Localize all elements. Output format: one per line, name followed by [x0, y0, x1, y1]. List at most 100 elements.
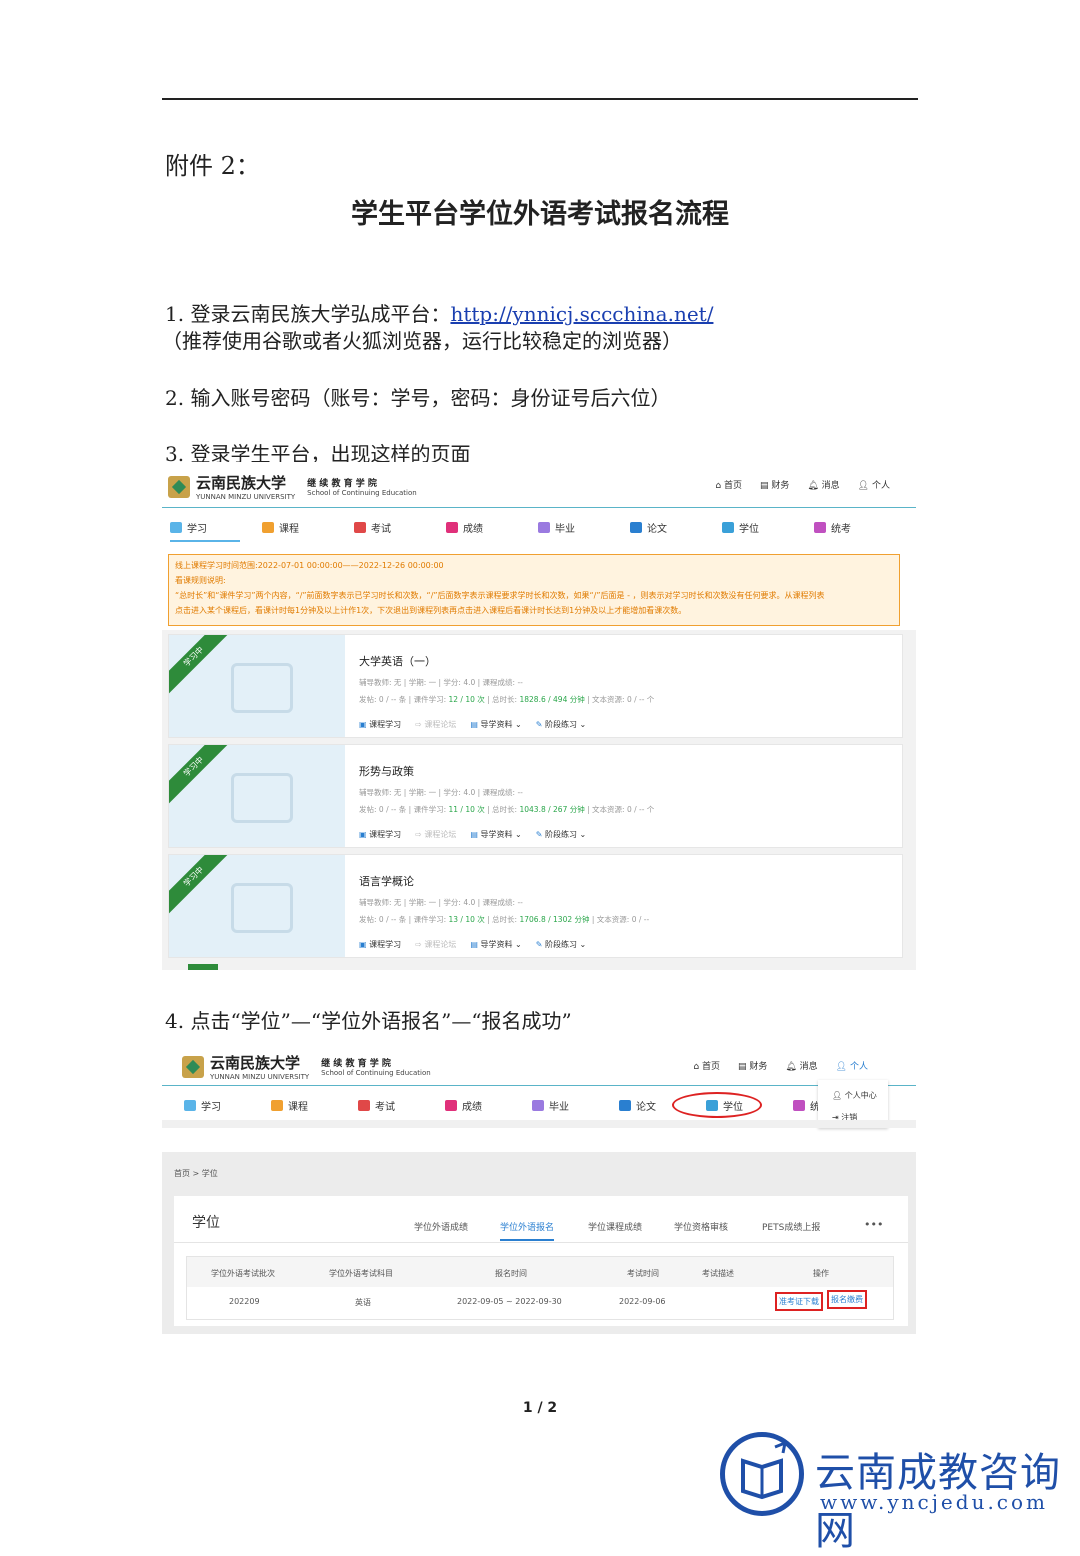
- header-divider: [162, 507, 916, 508]
- next-card-ribbon: [188, 964, 218, 970]
- tab-scores[interactable]: 成绩: [445, 1098, 532, 1113]
- more-icon[interactable]: •••: [864, 1218, 883, 1231]
- thesis-icon: [619, 1100, 631, 1111]
- stage-practice-link[interactable]: ✎ 阶段练习 ⌄: [536, 829, 587, 840]
- tab-courses[interactable]: 课程: [271, 1098, 358, 1113]
- cell-batch: 202209: [229, 1297, 260, 1306]
- stage-practice-link[interactable]: ✎ 阶段练习 ⌄: [536, 719, 587, 730]
- nav-messages[interactable]: 🔔︎ 消息: [785, 1059, 817, 1072]
- logo-text: 云南民族大学: [210, 1054, 301, 1072]
- col-exam-time: 考试时间: [627, 1269, 659, 1278]
- top-rule: [162, 98, 918, 100]
- tab-graduation[interactable]: 毕业: [532, 1098, 619, 1113]
- guide-icon: ▤: [470, 830, 478, 839]
- course-links: ▣ 课程学习 ⇨ 课程论坛 ▤ 导学资料 ⌄ ✎ 阶段练习 ⌄: [359, 939, 586, 950]
- course-study-link[interactable]: ▣ 课程学习: [359, 719, 401, 730]
- course-study-icon: ▣: [359, 940, 367, 949]
- school-name: 继 续 教 育 学 院: [307, 479, 377, 489]
- guide-material-link[interactable]: ▤ 导学资料 ⌄: [470, 939, 521, 950]
- tab-study[interactable]: 学习: [170, 520, 262, 535]
- course-forum-link[interactable]: ⇨ 课程论坛: [415, 939, 456, 950]
- nav-home[interactable]: ⌂ 首页: [693, 1059, 720, 1072]
- tab-unified-exam[interactable]: 统考: [814, 520, 906, 535]
- main-tabs: 学习 课程 考试 成绩 毕业 论文 学位 统考: [184, 1098, 884, 1113]
- platform-link[interactable]: http://ynnicj.sccchina.net/: [450, 302, 713, 326]
- cell-subject: 英语: [355, 1298, 371, 1307]
- site-logo: 云南民族大学 YUNNAN MINZU UNIVERSITY 继 续 教 育 学…: [182, 1052, 431, 1081]
- guide-icon: ▤: [470, 940, 478, 949]
- course-study-link[interactable]: ▣ 课程学习: [359, 829, 401, 840]
- nav-finance[interactable]: ▤ 财务: [738, 1059, 767, 1072]
- notice-line: 点击进入某个课程后，看课计时每1分钟及以上计作1次，下次退出到课程列表再点击进入…: [175, 606, 687, 615]
- admission-ticket-download-button[interactable]: 准考证下载: [775, 1292, 823, 1311]
- status-ribbon: 学习中: [169, 855, 232, 915]
- registration-payment-button[interactable]: 报名缴费: [827, 1290, 867, 1309]
- guide-material-link[interactable]: ▤ 导学资料 ⌄: [470, 829, 521, 840]
- col-subject: 学位外语考试科目: [329, 1269, 393, 1278]
- degree-card: 学位 学位外语成绩 学位外语报名 学位课程成绩 学位资格审核 PETS成绩上报 …: [174, 1196, 908, 1326]
- course-study-link[interactable]: ▣ 课程学习: [359, 939, 401, 950]
- tab-foreign-language-registration[interactable]: 学位外语报名: [500, 1220, 555, 1241]
- tab-degree-qualification-review[interactable]: 学位资格审核: [674, 1220, 728, 1233]
- tab-foreign-language-score[interactable]: 学位外语成绩: [414, 1220, 468, 1233]
- study-notice: 线上课程学习时间范围:2022-07-01 00:00:00——2022-12-…: [168, 554, 900, 626]
- unified-exam-icon: [793, 1100, 805, 1111]
- course-forum-link[interactable]: ⇨ 课程论坛: [415, 719, 456, 730]
- course-card[interactable]: 学习中 大学英语（一） 辅导教师: 无 | 学期: 一 | 学分: 4.0 | …: [168, 634, 903, 738]
- col-actions: 操作: [813, 1269, 829, 1278]
- nav-personal[interactable]: 👤︎ 个人: [836, 1059, 868, 1072]
- tab-graduation[interactable]: 毕业: [538, 520, 630, 535]
- course-info: 辅导教师: 无 | 学期: 一 | 学分: 4.0 | 课程成绩: --: [359, 788, 523, 797]
- book-icon: [231, 663, 293, 713]
- step-1-note: （推荐使用谷歌或者火狐浏览器，运行比较稳定的浏览器）: [162, 329, 682, 353]
- notice-line: “总时长”和“课件学习”两个内容，“/”前面数字表示已学习时长和次数，“/”后面…: [175, 591, 825, 600]
- course-progress: 发帖: 0 / -- 条 | 课件学习: 11 / 10 次 | 总时长: 10…: [359, 805, 655, 814]
- course-card[interactable]: 学习中 语言学概论 辅导教师: 无 | 学期: 一 | 学分: 4.0 | 课程…: [168, 854, 903, 958]
- menu-item-personal-center[interactable]: 👤︎ 个人中心: [832, 1090, 877, 1101]
- course-card[interactable]: 学习中 形势与政策 辅导教师: 无 | 学期: 一 | 学分: 4.0 | 课程…: [168, 744, 903, 848]
- course-cover: 学习中: [169, 745, 345, 847]
- school-english: School of Continuing Education: [307, 489, 417, 497]
- step-1: 1. 登录云南民族大学弘成平台：http://ynnicj.sccchina.n…: [165, 298, 713, 327]
- course-progress: 发帖: 0 / -- 条 | 课件学习: 13 / 10 次 | 总时长: 17…: [359, 915, 650, 924]
- nav-messages[interactable]: 🔔︎ 消息: [807, 478, 839, 491]
- tab-degree-course-score[interactable]: 学位课程成绩: [588, 1220, 642, 1233]
- book-icon: [231, 773, 293, 823]
- nav-home[interactable]: ⌂ 首页: [715, 478, 742, 491]
- course-study-icon: ▣: [359, 720, 367, 729]
- cell-exam-time: 2022-09-06: [619, 1297, 666, 1306]
- nav-personal[interactable]: 👤︎ 个人: [858, 478, 890, 491]
- course-forum-link[interactable]: ⇨ 课程论坛: [415, 829, 456, 840]
- tab-degree[interactable]: 学位: [722, 520, 814, 535]
- exam-icon: [354, 522, 366, 533]
- tab-exams[interactable]: 考试: [354, 520, 446, 535]
- practice-icon: ✎: [535, 830, 543, 839]
- col-description: 考试描述: [702, 1269, 734, 1278]
- screenshot-degree-registration: 云南民族大学 YUNNAN MINZU UNIVERSITY 继 续 教 育 学…: [162, 1042, 916, 1334]
- tab-exams[interactable]: 考试: [358, 1098, 445, 1113]
- book-icon: [231, 883, 293, 933]
- course-cover: 学习中: [169, 855, 345, 957]
- university-emblem-icon: [168, 475, 190, 498]
- col-registration-time: 报名时间: [495, 1269, 527, 1278]
- degree-heading: 学位: [192, 1215, 220, 1231]
- thesis-icon: [630, 522, 642, 533]
- nav-finance[interactable]: ▤ 财务: [760, 478, 789, 491]
- logo-english: YUNNAN MINZU UNIVERSITY: [196, 493, 296, 501]
- step-1-text: 1. 登录云南民族大学弘成平台：: [165, 302, 451, 326]
- course-name: 形势与政策: [359, 765, 414, 778]
- status-ribbon: 学习中: [169, 635, 232, 695]
- col-batch: 学位外语考试批次: [211, 1269, 275, 1278]
- tab-scores[interactable]: 成绩: [446, 520, 538, 535]
- stage-practice-link[interactable]: ✎ 阶段练习 ⌄: [536, 939, 587, 950]
- course-cover: 学习中: [169, 635, 345, 737]
- cell-registration-time: 2022-09-05 ~ 2022-09-30: [457, 1297, 562, 1306]
- header-divider: [162, 1085, 916, 1086]
- tab-thesis[interactable]: 论文: [630, 520, 722, 535]
- active-tab-underline: [170, 540, 240, 542]
- guide-material-link[interactable]: ▤ 导学资料 ⌄: [470, 719, 521, 730]
- tab-study[interactable]: 学习: [184, 1098, 271, 1113]
- tab-pets-score-report[interactable]: PETS成绩上报: [762, 1220, 820, 1233]
- tab-courses[interactable]: 课程: [262, 520, 354, 535]
- notice-line: 线上课程学习时间范围:2022-07-01 00:00:00——2022-12-…: [175, 561, 444, 570]
